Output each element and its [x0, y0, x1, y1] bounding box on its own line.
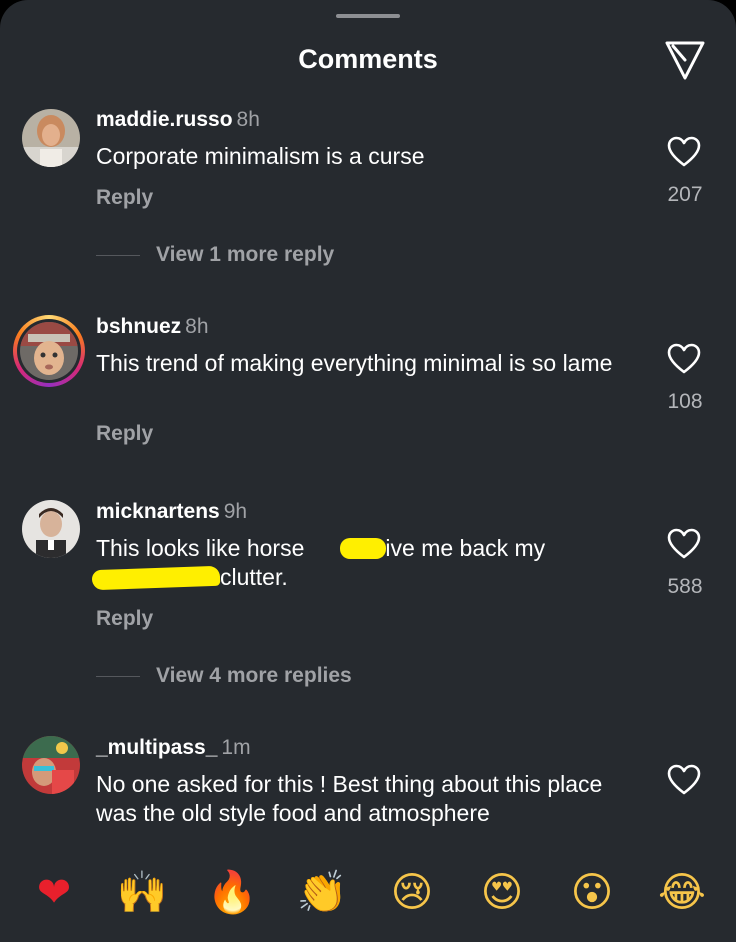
comment-time: 1m: [221, 736, 251, 759]
raising-hands-emoji-button[interactable]: 🙌: [112, 862, 172, 922]
like-count: 108: [667, 390, 703, 413]
like-heart-icon[interactable]: [667, 343, 701, 375]
view-replies-button[interactable]: View 1 more reply: [96, 243, 334, 267]
send-icon[interactable]: [663, 38, 707, 82]
comment-username[interactable]: micknartens 9h: [96, 500, 247, 524]
like-count: 207: [667, 183, 703, 206]
comment-time: 8h: [185, 315, 209, 338]
story-ring[interactable]: [13, 315, 85, 387]
replies-divider: [96, 254, 140, 256]
comment-time: 9h: [223, 500, 248, 523]
red-heart-emoji-button[interactable]: ❤: [24, 862, 84, 922]
surprised-face-emoji-button[interactable]: 😮: [562, 862, 622, 922]
drag-handle[interactable]: [336, 14, 400, 18]
view-replies-button[interactable]: View 4 more replies: [96, 664, 352, 688]
avatar[interactable]: [22, 109, 80, 167]
reply-button[interactable]: Reply: [96, 186, 153, 210]
emoji-reaction-bar: ❤ 🙌 🔥 👏 😢 😍 😮 😂: [0, 862, 736, 932]
sheet-title: Comments: [298, 44, 438, 74]
avatar[interactable]: [22, 736, 80, 794]
avatar: [20, 322, 78, 380]
comment-username[interactable]: bshnuez 8h: [96, 315, 209, 339]
comment-text: No one asked for this ! Best thing about…: [96, 771, 603, 826]
comment-username[interactable]: _multipass_ 1m: [96, 736, 251, 760]
like-heart-icon[interactable]: [667, 136, 701, 168]
comment-time: 8h: [236, 108, 260, 131]
like-count: 588: [667, 575, 703, 598]
comments-sheet: Comments maddie.russo 8h Corporate minima…: [0, 0, 736, 942]
redaction-mark: [340, 538, 386, 559]
fire-emoji-button[interactable]: 🔥: [202, 862, 262, 922]
comment-text: Corporate minimalism is a curse: [96, 143, 425, 169]
reply-button[interactable]: Reply: [96, 607, 153, 631]
avatar[interactable]: [22, 500, 80, 558]
reply-button[interactable]: Reply: [96, 422, 153, 446]
comment-text: This trend of making everything minimal …: [96, 350, 613, 376]
replies-divider: [96, 675, 140, 677]
tears-of-joy-emoji-button[interactable]: 😂: [652, 862, 712, 922]
like-heart-icon[interactable]: [667, 528, 701, 560]
comment-username[interactable]: maddie.russo 8h: [96, 108, 260, 132]
clapping-hands-emoji-button[interactable]: 👏: [292, 862, 352, 922]
crying-face-emoji-button[interactable]: 😢: [382, 862, 442, 922]
heart-eyes-emoji-button[interactable]: 😍: [472, 862, 532, 922]
like-heart-icon[interactable]: [667, 764, 701, 796]
